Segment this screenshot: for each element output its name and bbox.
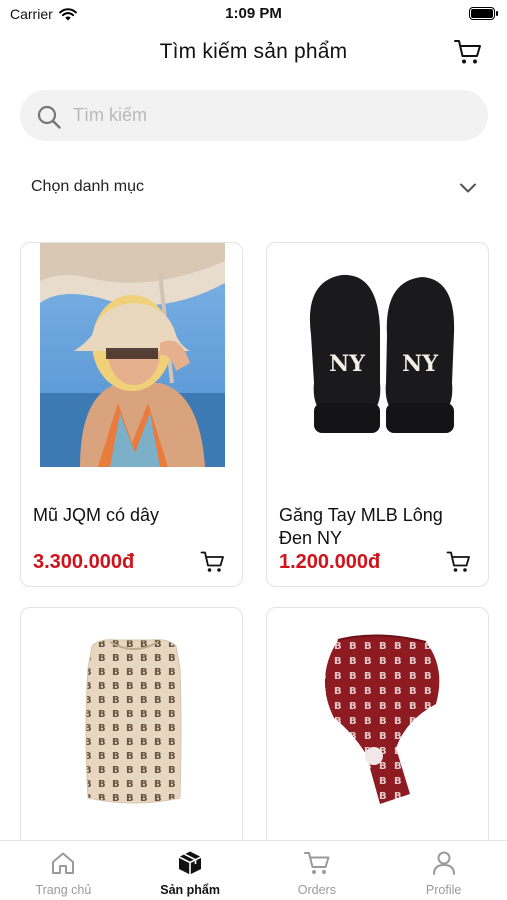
category-label: Chọn danh mục — [31, 178, 144, 195]
tab-label: Sản phẩm — [160, 883, 220, 897]
search-icon — [37, 105, 61, 129]
product-name: Găng Tay MLB Lông Đen NY — [279, 505, 443, 548]
svg-text:NY: NY — [402, 351, 438, 377]
home-icon — [52, 852, 75, 874]
tab-label: Orders — [297, 883, 336, 897]
product-card[interactable]: B — [20, 607, 243, 867]
search-input[interactable] — [73, 90, 473, 141]
product-price: 3.300.000đ — [33, 551, 135, 573]
add-to-cart-icon[interactable] — [200, 550, 226, 574]
header: Tìm kiếm sản phẩm — [0, 30, 507, 74]
product-price: 1.200.000đ — [279, 551, 381, 573]
chevron-down-icon — [460, 183, 476, 193]
tab-orders[interactable]: Orders — [254, 841, 381, 900]
product-image: B — [286, 608, 471, 832]
product-image — [40, 243, 225, 467]
product-image: NY NY — [286, 243, 471, 467]
clock: 1:09 PM — [225, 5, 282, 22]
tab-bar: Trang chủ Sản phẩm Orders Profile — [0, 840, 507, 900]
tab-profile[interactable]: Profile — [380, 841, 507, 900]
svg-text:NY: NY — [329, 351, 365, 377]
category-dropdown[interactable]: Chọn danh mục — [20, 168, 488, 208]
cart-icon[interactable] — [453, 38, 483, 66]
add-to-cart-icon[interactable] — [446, 550, 472, 574]
tab-label: Trang chủ — [35, 883, 92, 897]
page-title: Tìm kiếm sản phẩm — [159, 40, 348, 63]
product-card[interactable]: B — [266, 607, 489, 867]
product-name: Mũ JQM có dây — [33, 505, 160, 525]
tab-products[interactable]: Sản phẩm — [127, 841, 254, 900]
product-image: B — [40, 608, 225, 832]
person-icon — [432, 851, 455, 875]
cart-icon — [303, 852, 330, 874]
product-card[interactable]: NY NY Găng Tay MLB Lông Đen NY 1.200.000… — [266, 242, 489, 587]
battery-icon — [469, 7, 498, 20]
tab-label: Profile — [425, 883, 462, 897]
status-bar: Carrier 1:09 PM — [0, 0, 507, 28]
box-icon — [178, 851, 202, 875]
search-bar — [20, 90, 488, 141]
product-card[interactable]: Mũ JQM có dây 3.300.000đ — [20, 242, 243, 587]
tab-home[interactable]: Trang chủ — [0, 841, 127, 900]
